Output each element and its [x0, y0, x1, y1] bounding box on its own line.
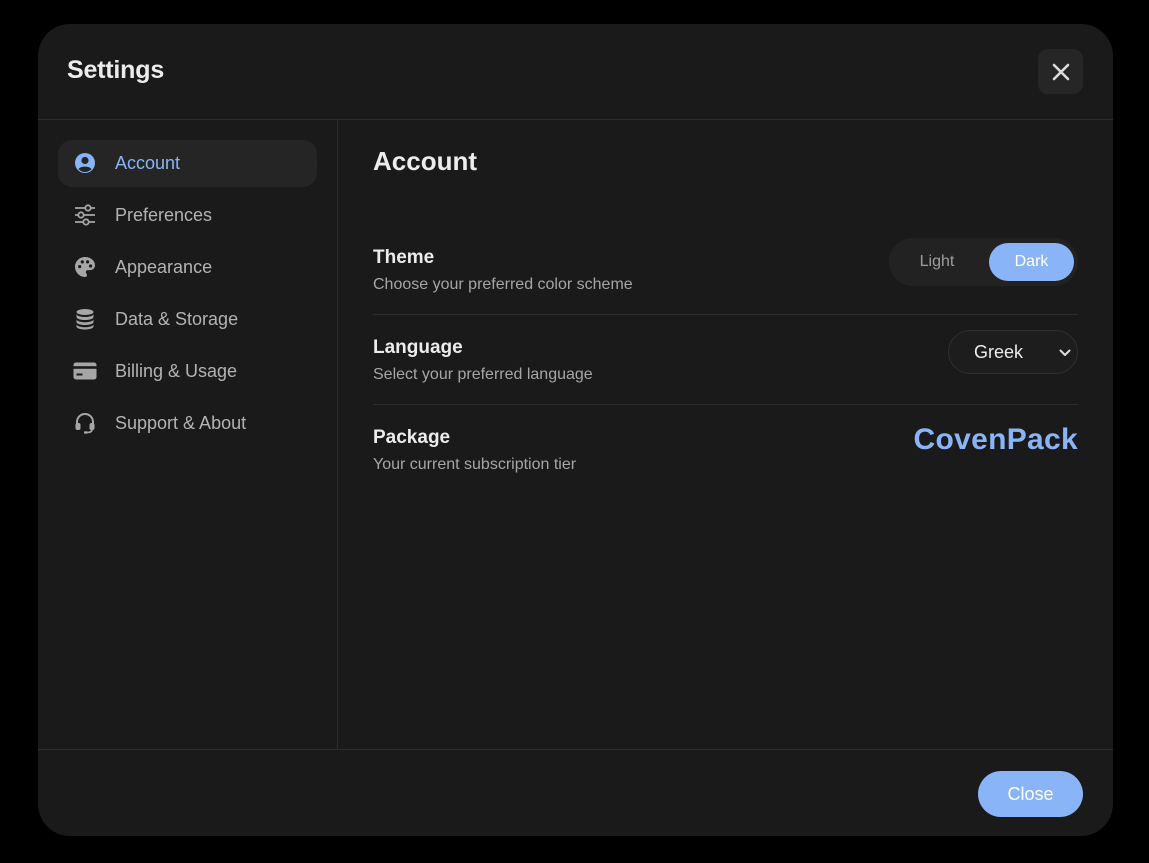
- theme-toggle: Light Dark: [889, 238, 1078, 286]
- sidebar-item-label: Support & About: [115, 413, 247, 433]
- package-setting-row: Package Your current subscription tier C…: [373, 423, 1078, 494]
- sidebar-item-label: Preferences: [115, 205, 213, 225]
- package-description: Your current subscription tier: [373, 456, 577, 473]
- dialog-title: Settings: [67, 56, 165, 84]
- account-circle-icon: [73, 151, 97, 175]
- package-label: Package: [373, 427, 451, 448]
- sidebar-item-support-about[interactable]: Support & About: [58, 400, 317, 447]
- settings-dialog: Settings Account Preferences Appearance …: [38, 24, 1113, 836]
- sidebar-item-label: Account: [115, 153, 181, 173]
- settings-content: Account Theme Choose your preferred colo…: [373, 120, 1078, 749]
- headset-icon: [73, 411, 97, 435]
- sidebar-item-billing-usage[interactable]: Billing & Usage: [58, 348, 317, 395]
- theme-option-light[interactable]: Light: [897, 243, 977, 281]
- sidebar-item-label: Appearance: [115, 257, 213, 277]
- language-label: Language: [373, 337, 463, 358]
- theme-option-dark[interactable]: Dark: [989, 243, 1074, 281]
- settings-sidebar: Account Preferences Appearance Data & St…: [38, 120, 338, 749]
- theme-label: Theme: [373, 247, 435, 268]
- close-dialog-button[interactable]: [1038, 49, 1083, 94]
- dialog-header: Settings: [38, 24, 1113, 120]
- sidebar-item-data-storage[interactable]: Data & Storage: [58, 296, 317, 343]
- package-tier-value: CovenPack: [913, 423, 1078, 456]
- sidebar-item-label: Data & Storage: [115, 309, 239, 329]
- section-title: Account: [373, 146, 477, 176]
- language-select-value: Greek: [974, 342, 1024, 362]
- credit-card-icon: [73, 359, 97, 383]
- close-icon: [1052, 63, 1069, 80]
- theme-description: Choose your preferred color scheme: [373, 276, 633, 293]
- sidebar-item-label: Billing & Usage: [115, 361, 238, 381]
- sliders-icon: [73, 203, 97, 227]
- close-button[interactable]: Close: [978, 771, 1083, 817]
- chevron-down-icon: [1059, 349, 1071, 356]
- sidebar-item-preferences[interactable]: Preferences: [58, 192, 317, 239]
- sidebar-item-account[interactable]: Account: [58, 140, 317, 187]
- language-select[interactable]: Greek: [948, 330, 1078, 374]
- sidebar-item-appearance[interactable]: Appearance: [58, 244, 317, 291]
- theme-setting-row: Theme Choose your preferred color scheme…: [373, 238, 1078, 315]
- language-description: Select your preferred language: [373, 366, 593, 383]
- language-setting-row: Language Select your preferred language …: [373, 330, 1078, 405]
- palette-icon: [73, 255, 97, 279]
- dialog-footer: Close: [38, 749, 1113, 836]
- database-icon: [73, 307, 97, 331]
